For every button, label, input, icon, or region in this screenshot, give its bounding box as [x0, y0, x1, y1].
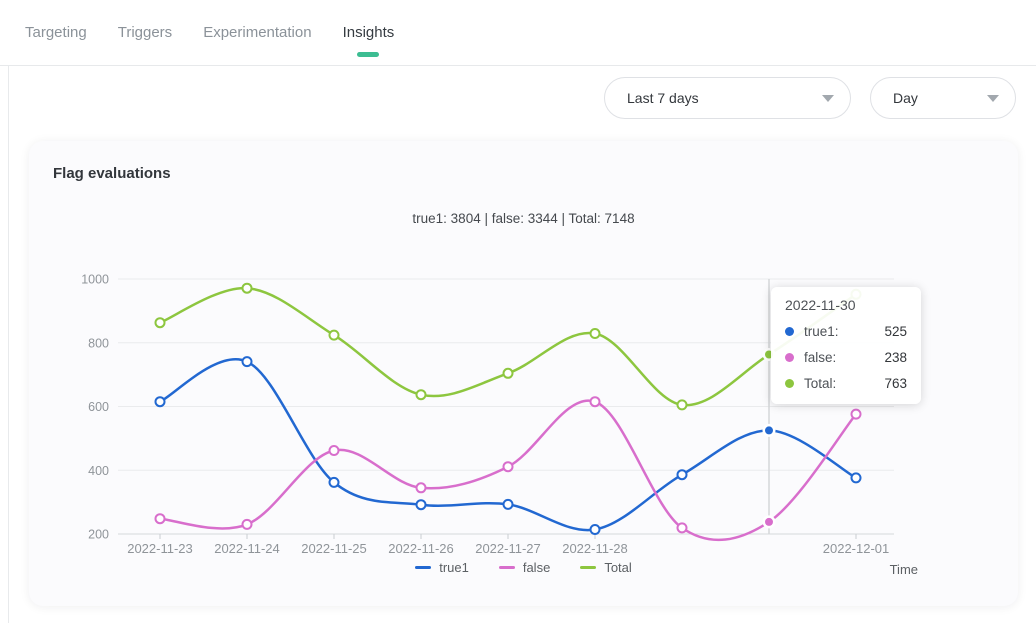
x-tick-label: 2022-11-28	[562, 541, 628, 556]
hover-point-false	[765, 518, 773, 526]
tooltip-row: true1: 525	[785, 324, 907, 339]
x-tick-label: 2022-11-25	[301, 541, 367, 556]
chevron-down-icon	[987, 95, 999, 102]
tooltip-series-value: 238	[884, 350, 907, 365]
x-axis-title: Time	[890, 562, 918, 577]
legend-dash-icon	[499, 566, 515, 569]
page: Targeting Triggers Experimentation Insights…	[0, 0, 1036, 623]
y-tick-label: 1000	[81, 273, 109, 287]
chart-legend: true1 false Total	[29, 560, 1018, 575]
data-point-true1	[156, 397, 165, 406]
tab-insights[interactable]: Insights	[343, 22, 395, 43]
data-point-total	[417, 390, 426, 399]
data-point-true1	[678, 470, 687, 479]
data-point-false	[504, 462, 513, 471]
tooltip-series-label: true1:	[804, 324, 839, 339]
x-tick-label: 2022-11-27	[475, 541, 541, 556]
data-point-total	[678, 400, 687, 409]
tab-experimentation[interactable]: Experimentation	[203, 22, 311, 43]
x-tick-label: 2022-11-23	[127, 541, 193, 556]
x-tick-label: 2022-11-24	[214, 541, 280, 556]
data-point-total	[330, 331, 339, 340]
series-line-total	[160, 288, 856, 405]
legend-dash-icon	[580, 566, 596, 569]
data-point-total	[504, 369, 513, 378]
legend-item-total[interactable]: Total	[580, 560, 631, 575]
chevron-down-icon	[822, 95, 834, 102]
data-point-false	[678, 523, 687, 532]
date-range-select[interactable]: Last 7 days	[604, 77, 851, 119]
granularity-value: Day	[893, 90, 918, 106]
legend-label: true1	[439, 560, 469, 575]
data-point-true1	[852, 473, 861, 482]
data-point-false	[591, 397, 600, 406]
tooltip-series-value: 763	[884, 376, 907, 391]
tooltip-rows: true1: 525 false: 238 Total: 763	[785, 324, 907, 391]
legend-label: false	[523, 560, 550, 575]
tooltip-row: Total: 763	[785, 376, 907, 391]
data-point-true1	[243, 357, 252, 366]
data-point-false	[243, 520, 252, 529]
hover-point-true1	[765, 426, 773, 434]
data-point-true1	[504, 500, 513, 509]
tooltip-date: 2022-11-30	[785, 297, 907, 313]
tab-targeting[interactable]: Targeting	[25, 22, 87, 43]
x-tick-label: 2022-11-26	[388, 541, 454, 556]
legend-item-true1[interactable]: true1	[415, 560, 469, 575]
data-point-total	[591, 329, 600, 338]
chart-tooltip: 2022-11-30 true1: 525 false: 238 Total: 763	[771, 287, 921, 404]
filters-row: Last 7 days Day	[9, 66, 1036, 119]
y-tick-label: 800	[88, 336, 109, 350]
legend-dash-icon	[415, 566, 431, 569]
tooltip-series-label: Total:	[804, 376, 836, 391]
series-color-dot	[785, 353, 794, 362]
content-panel: Last 7 days Day Flag evaluations true1: …	[8, 66, 1036, 623]
data-point-total	[156, 318, 165, 327]
legend-label: Total	[604, 560, 631, 575]
granularity-select[interactable]: Day	[870, 77, 1016, 119]
data-point-false	[330, 446, 339, 455]
series-color-dot	[785, 379, 794, 388]
data-point-true1	[591, 525, 600, 534]
tooltip-series-label: false:	[804, 350, 836, 365]
legend-item-false[interactable]: false	[499, 560, 550, 575]
data-point-false	[852, 410, 861, 419]
y-tick-label: 400	[88, 464, 109, 478]
y-tick-label: 600	[88, 400, 109, 414]
data-point-false	[156, 514, 165, 523]
x-tick-label: 2022-12-01	[823, 541, 890, 556]
tab-triggers[interactable]: Triggers	[118, 22, 172, 43]
y-tick-label: 200	[88, 528, 109, 542]
data-point-total	[243, 284, 252, 293]
date-range-value: Last 7 days	[627, 90, 699, 106]
data-point-true1	[330, 478, 339, 487]
tooltip-series-value: 525	[884, 324, 907, 339]
data-point-false	[417, 483, 426, 492]
flag-evaluations-card: Flag evaluations true1: 3804 | false: 33…	[29, 141, 1018, 606]
data-point-true1	[417, 500, 426, 509]
series-color-dot	[785, 327, 794, 336]
tab-bar: Targeting Triggers Experimentation Insights	[0, 0, 1036, 66]
tooltip-row: false: 238	[785, 350, 907, 365]
active-tab-indicator	[357, 52, 379, 57]
